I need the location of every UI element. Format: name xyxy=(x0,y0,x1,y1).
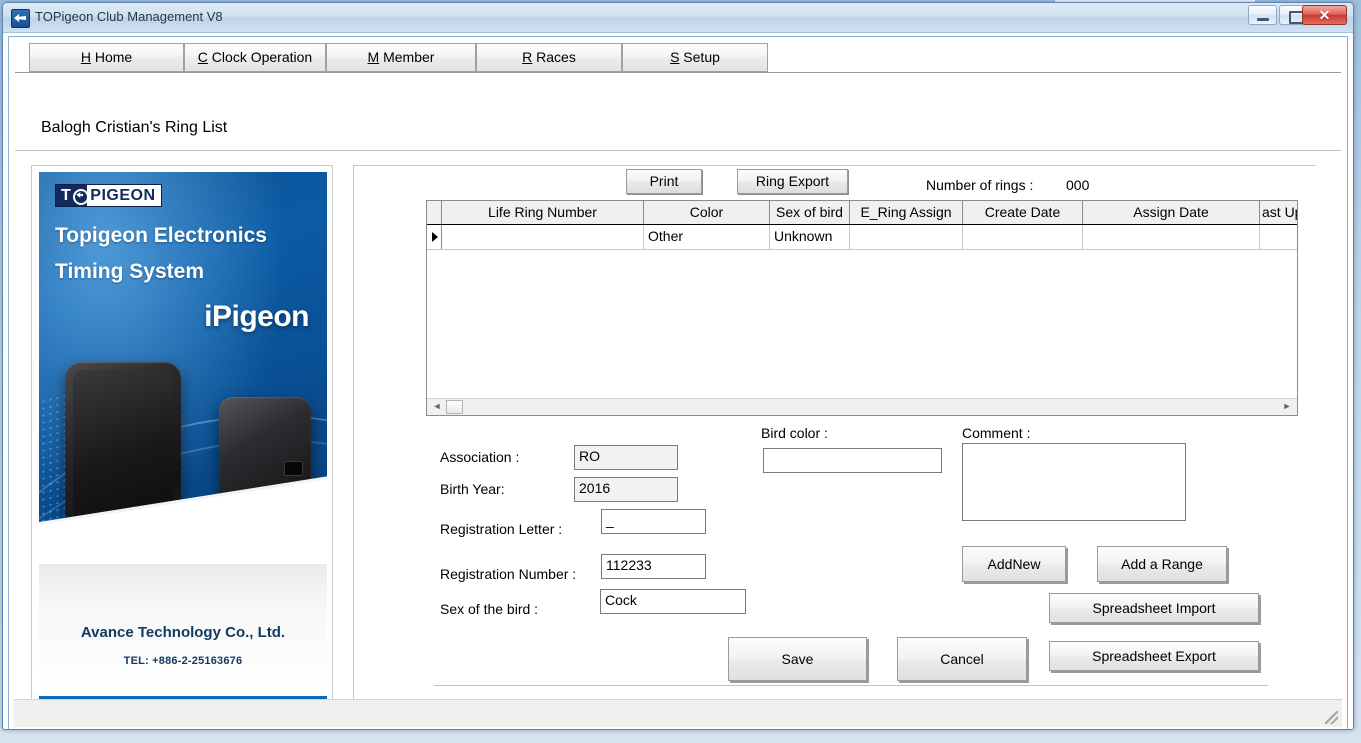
spreadsheet-import-button[interactable]: Spreadsheet Import xyxy=(1049,593,1259,623)
menu-item-setup[interactable]: S Setup xyxy=(622,43,768,72)
logo-text-pigeon: PIGEON xyxy=(87,185,161,206)
grid-empty-body[interactable] xyxy=(427,250,1297,397)
scroll-left-arrow-icon[interactable]: ◄ xyxy=(429,399,445,415)
advertisement-panel: T PIGEON Topigeon Electronics Timing Sys… xyxy=(31,165,333,721)
registration-letter-label: Registration Letter : xyxy=(440,521,563,537)
cell-color[interactable]: Other xyxy=(644,225,770,249)
menu-item-home[interactable]: H Home xyxy=(29,43,184,72)
row-selector-indicator[interactable] xyxy=(427,225,442,249)
ad-headline-1: Topigeon Electronics xyxy=(55,224,267,247)
ring-list-grid[interactable]: Life Ring Number Color Sex of bird E_Rin… xyxy=(426,200,1298,416)
grid-column-color[interactable]: Color xyxy=(644,201,770,224)
advertisement-image: T PIGEON Topigeon Electronics Timing Sys… xyxy=(39,172,327,693)
desktop-background: TOPigeon Club Management V8 ✕ H Home C C… xyxy=(0,0,1361,743)
menu-accel-member: M xyxy=(367,49,380,65)
minimize-button[interactable] xyxy=(1248,5,1277,25)
title-bar[interactable]: TOPigeon Club Management V8 ✕ xyxy=(3,3,1353,33)
cell-e-ring-assign[interactable] xyxy=(850,225,963,249)
grid-horizontal-scrollbar[interactable]: ◄ ► xyxy=(427,398,1297,415)
scroll-right-arrow-icon[interactable]: ► xyxy=(1279,399,1295,415)
grid-corner-cell xyxy=(427,201,442,224)
association-select[interactable]: RO xyxy=(574,445,678,470)
page-title: Balogh Cristian's Ring List xyxy=(41,119,228,136)
window-title: TOPigeon Club Management V8 xyxy=(35,9,223,24)
ad-company-name: Avance Technology Co., Ltd. xyxy=(80,624,286,641)
sex-of-the-bird-label: Sex of the bird : xyxy=(440,601,539,617)
menu-item-clock-operation[interactable]: C Clock Operation xyxy=(184,43,326,72)
menu-label-clock-operation: Clock Operation xyxy=(207,49,313,65)
registration-number-input[interactable]: 112233 xyxy=(601,554,706,579)
close-button[interactable]: ✕ xyxy=(1302,5,1347,25)
number-of-rings-value: 000 xyxy=(1066,177,1090,193)
cancel-button[interactable]: Cancel xyxy=(897,637,1027,681)
form-bottom-divider xyxy=(434,685,1268,686)
menu-label-setup: Setup xyxy=(679,49,720,65)
window-client-area: H Home C Clock Operation M Member R Race… xyxy=(3,33,1353,729)
sex-of-the-bird-select[interactable]: Cock xyxy=(600,589,746,614)
close-icon: ✕ xyxy=(1318,7,1331,23)
cell-life-ring-number[interactable] xyxy=(442,225,644,249)
add-range-button[interactable]: Add a Range xyxy=(1097,546,1227,582)
grid-column-create-date[interactable]: Create Date xyxy=(963,201,1083,224)
ring-export-button[interactable]: Ring Export xyxy=(737,169,848,194)
menu-item-races[interactable]: R Races xyxy=(476,43,622,72)
logo-letter-t: T xyxy=(61,187,72,204)
bird-color-label: Bird color : xyxy=(761,425,828,441)
number-of-rings-label: Number of rings : xyxy=(926,177,1034,193)
resize-grip-icon[interactable] xyxy=(1325,711,1338,724)
grid-column-assign-date[interactable]: Assign Date xyxy=(1083,201,1260,224)
device-port xyxy=(284,461,303,476)
grid-column-sex-of-bird[interactable]: Sex of bird xyxy=(770,201,850,224)
grid-column-last-update[interactable]: ast Upda xyxy=(1260,201,1297,224)
grid-header-row: Life Ring Number Color Sex of bird E_Rin… xyxy=(427,201,1297,225)
grid-column-life-ring-number[interactable]: Life Ring Number xyxy=(442,201,644,224)
association-label: Association : xyxy=(440,449,520,465)
comment-label: Comment : xyxy=(962,425,1031,441)
ad-telephone: TEL: +886-2-25163676 xyxy=(123,655,243,667)
status-bar xyxy=(14,699,1342,727)
cell-sex-of-bird[interactable]: Unknown xyxy=(770,225,850,249)
topigeon-logo: T PIGEON xyxy=(55,184,162,207)
menu-label-home: Home xyxy=(90,49,133,65)
row-arrow-icon xyxy=(432,232,438,242)
menu-accel-home: H xyxy=(80,49,91,65)
spreadsheet-export-button[interactable]: Spreadsheet Export xyxy=(1049,641,1259,671)
client-frame: H Home C Clock Operation M Member R Race… xyxy=(8,36,1348,729)
addnew-button[interactable]: AddNew xyxy=(962,546,1066,582)
registration-letter-input[interactable]: _ xyxy=(601,509,706,534)
bird-color-select[interactable] xyxy=(763,448,942,473)
comment-textarea[interactable] xyxy=(962,443,1186,521)
registration-number-label: Registration Number : xyxy=(440,566,577,582)
save-button[interactable]: Save xyxy=(728,637,867,681)
scrollbar-thumb[interactable] xyxy=(446,400,463,414)
cell-create-date[interactable] xyxy=(963,225,1083,249)
cell-last-update[interactable] xyxy=(1260,225,1297,249)
application-window: TOPigeon Club Management V8 ✕ H Home C C… xyxy=(2,2,1354,730)
menu-label-races: Races xyxy=(532,49,576,65)
menu-accel-races: R xyxy=(522,49,533,65)
menu-label-member: Member xyxy=(379,49,435,65)
ring-entry-form: Association : RO Birth Year: 2016 Regist… xyxy=(434,425,1268,688)
main-menu-bar: H Home C Clock Operation M Member R Race… xyxy=(15,43,1341,73)
app-icon xyxy=(11,9,30,28)
menu-accel-clock-operation: C xyxy=(197,49,208,65)
cell-assign-date[interactable] xyxy=(1083,225,1260,249)
menu-item-member[interactable]: M Member xyxy=(326,43,476,72)
birth-year-label: Birth Year: xyxy=(440,481,505,497)
print-button[interactable]: Print xyxy=(626,169,702,194)
ad-headline-2: Timing System xyxy=(55,260,204,283)
table-row[interactable]: Other Unknown xyxy=(427,225,1297,250)
birth-year-select[interactable]: 2016 xyxy=(574,477,678,502)
grid-column-e-ring-assign[interactable]: E_Ring Assign xyxy=(850,201,963,224)
ad-product-name: iPigeon xyxy=(204,300,309,333)
heading-divider xyxy=(15,150,1341,151)
logo-pigeon-icon xyxy=(72,185,90,206)
